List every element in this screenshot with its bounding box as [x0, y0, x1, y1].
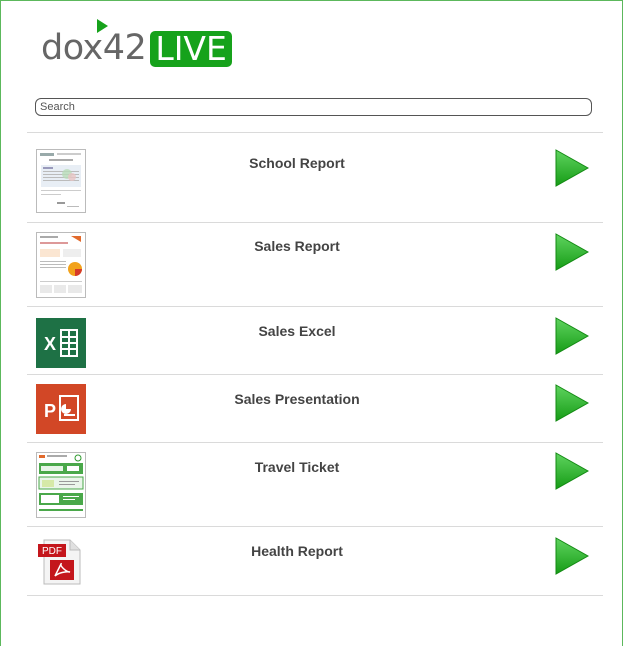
document-title[interactable]: Sales Excel — [117, 323, 477, 339]
document-preview-icon — [36, 452, 86, 518]
list-item[interactable]: P Sales Presentation — [27, 375, 603, 443]
play-icon[interactable] — [555, 384, 589, 422]
document-preview-icon — [36, 149, 86, 213]
dox42-live-logo: dox42 LIVE — [41, 19, 232, 68]
document-title[interactable]: Sales Presentation — [117, 391, 477, 407]
play-icon[interactable] — [555, 537, 589, 575]
logo-play-icon — [97, 19, 108, 33]
document-preview-icon — [36, 232, 86, 298]
document-title[interactable]: Sales Report — [117, 238, 477, 254]
powerpoint-letter: P — [44, 401, 56, 421]
play-icon[interactable] — [555, 452, 589, 490]
document-list: School Report Sales Report X Sales Excel… — [27, 132, 603, 596]
powerpoint-icon: P — [36, 384, 86, 434]
play-icon[interactable] — [555, 317, 589, 355]
play-icon[interactable] — [555, 233, 589, 271]
list-item[interactable]: Travel Ticket — [27, 443, 603, 527]
document-title[interactable]: Health Report — [117, 543, 477, 559]
list-item[interactable]: Sales Report — [27, 223, 603, 307]
document-title[interactable]: School Report — [117, 155, 477, 171]
search-input[interactable] — [35, 98, 592, 116]
list-item[interactable]: X Sales Excel — [27, 307, 603, 375]
play-icon[interactable] — [555, 149, 589, 187]
logo-text: dox42 — [41, 28, 147, 68]
logo-badge: LIVE — [150, 31, 232, 67]
excel-icon: X — [36, 318, 86, 368]
excel-letter: X — [44, 334, 56, 354]
document-title[interactable]: Travel Ticket — [117, 459, 477, 475]
app-frame: dox42 LIVE Search School Report Sales Re… — [0, 0, 623, 646]
list-item[interactable]: PDF Health Report — [27, 527, 603, 596]
pdf-icon: PDF — [36, 538, 84, 586]
pdf-label: PDF — [42, 546, 62, 557]
list-item[interactable]: School Report — [27, 133, 603, 223]
